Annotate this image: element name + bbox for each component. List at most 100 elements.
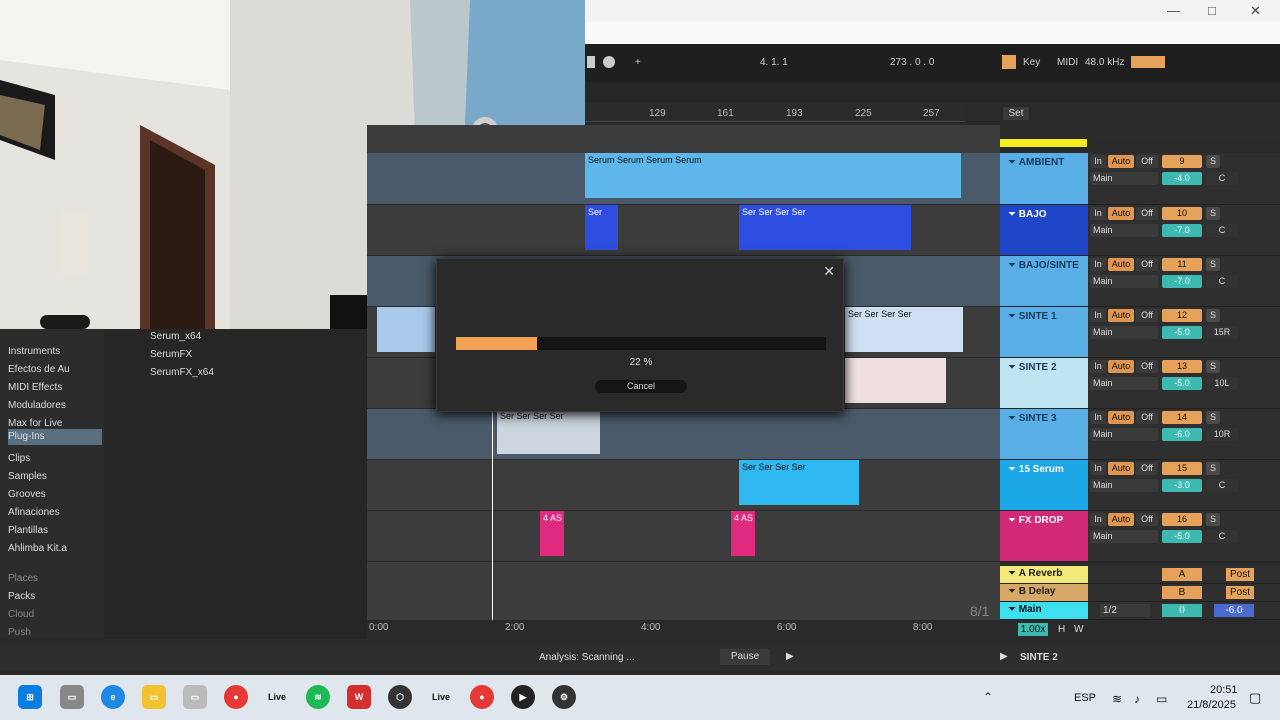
track-header-fx-drop[interactable]: FX DROP In Auto Off 16 S Main -5.0 C — [1000, 511, 1280, 562]
auto-button[interactable]: Auto — [1108, 309, 1134, 322]
task-view-icon[interactable]: ▭ — [60, 685, 84, 709]
clip[interactable]: Ser Ser Ser Ser — [845, 307, 963, 352]
set-button[interactable]: Set — [1003, 107, 1029, 120]
volume-field[interactable]: -7.0 — [1162, 224, 1202, 237]
solo-button[interactable]: S — [1206, 411, 1220, 424]
browser-category[interactable]: Afinaciones — [8, 507, 60, 518]
file-item[interactable]: SerumFX_x64 — [150, 367, 214, 378]
output-select[interactable]: Main — [1090, 377, 1158, 390]
chrome-icon[interactable]: ● — [224, 685, 248, 709]
playhead[interactable] — [492, 395, 493, 620]
pause-button[interactable]: Pause — [720, 649, 770, 665]
track-header-bajo[interactable]: BAJO In Auto Off 10 S Main -7.0 C — [1000, 205, 1280, 256]
pan-field[interactable]: C — [1206, 224, 1238, 237]
track-header-15-serum[interactable]: 15 Serum In Auto Off 15 S Main -3.0 C — [1000, 460, 1280, 511]
browser-category[interactable]: Plantillas — [8, 525, 48, 536]
record-icon[interactable] — [603, 56, 615, 68]
track-activator[interactable]: 14 — [1162, 411, 1202, 424]
track-activator[interactable]: 15 — [1162, 462, 1202, 475]
auto-button[interactable]: Auto — [1108, 360, 1134, 373]
output-select[interactable]: Main — [1090, 275, 1158, 288]
post-button[interactable]: Post — [1226, 568, 1254, 581]
wifi-icon[interactable]: ≋ — [1112, 692, 1122, 706]
clip[interactable] — [377, 307, 435, 352]
return-track-a[interactable]: A Reverb A Post — [1000, 566, 1280, 584]
main-output-select[interactable]: 1/2 — [1100, 604, 1150, 617]
auto-button[interactable]: Auto — [1108, 513, 1134, 526]
pan-field[interactable]: 10R — [1206, 428, 1238, 441]
clip[interactable] — [845, 358, 946, 403]
browser-category[interactable]: Clips — [8, 453, 30, 464]
pan-field[interactable]: C — [1206, 275, 1238, 288]
app2-icon[interactable]: ⚙ — [552, 685, 576, 709]
notification-icon[interactable]: ▢ — [1249, 690, 1261, 706]
in-button[interactable]: In — [1090, 360, 1106, 373]
in-button[interactable]: In — [1090, 309, 1106, 322]
auto-button[interactable]: Auto — [1108, 207, 1134, 220]
volume-field[interactable]: -3.0 — [1162, 479, 1202, 492]
solo-button[interactable]: S — [1206, 155, 1220, 168]
file-item[interactable]: SerumFX — [150, 349, 192, 360]
track-activator[interactable]: 10 — [1162, 207, 1202, 220]
solo-button[interactable]: S — [1206, 513, 1220, 526]
places-item[interactable]: Push — [8, 627, 31, 638]
app-icon[interactable]: ⬡ — [388, 685, 412, 709]
minimize-button[interactable]: — — [1167, 3, 1180, 18]
edge-icon[interactable]: e — [101, 685, 125, 709]
browser-category[interactable]: Moduladores — [8, 400, 66, 411]
maximize-button[interactable]: □ — [1208, 3, 1216, 18]
clip[interactable]: 4 AS — [731, 511, 755, 556]
language-indicator[interactable]: ESP — [1074, 692, 1096, 704]
clip[interactable]: Ser — [585, 205, 618, 250]
solo-button[interactable]: S — [1206, 360, 1220, 373]
post-button[interactable]: Post — [1226, 586, 1254, 599]
volume-icon[interactable]: ♪ — [1134, 692, 1140, 706]
solo-button[interactable]: S — [1206, 258, 1220, 271]
zoom-field[interactable]: 1.00x — [1018, 623, 1048, 636]
track-lane-ambient[interactable]: Serum Serum Serum Serum — [367, 153, 1000, 205]
pan-field[interactable]: 15R — [1206, 326, 1238, 339]
solo-button[interactable]: S — [1206, 207, 1220, 220]
beat-ruler[interactable]: 129 161 193 225 257 — [585, 104, 965, 122]
midi-button[interactable]: MIDI — [1057, 57, 1078, 68]
track-header-sinte1[interactable]: SINTE 1 In Auto Off 12 S Main -5.0 15R — [1000, 307, 1280, 358]
in-button[interactable]: In — [1090, 462, 1106, 475]
media-player-icon[interactable]: ▶ — [511, 685, 535, 709]
in-button[interactable]: In — [1090, 411, 1106, 424]
in-button[interactable]: In — [1090, 207, 1106, 220]
close-button[interactable]: ✕ — [1250, 3, 1261, 19]
browser-category[interactable]: Samples — [8, 471, 47, 482]
key-button[interactable]: Key — [1023, 57, 1040, 68]
wps-icon[interactable]: W — [347, 685, 371, 709]
places-item[interactable]: Cloud — [8, 609, 34, 620]
output-select[interactable]: Main — [1090, 172, 1158, 185]
track-lane-bajo[interactable]: Ser Ser Ser Ser Ser — [367, 205, 1000, 256]
browser-category[interactable]: Ahlimba Kit.a — [8, 543, 67, 554]
cancel-button[interactable]: Cancel — [595, 380, 687, 393]
solo-button[interactable]: S — [1206, 462, 1220, 475]
live-active-icon[interactable]: Live — [429, 685, 453, 709]
output-select[interactable]: Main — [1090, 326, 1158, 339]
browser-category[interactable]: Max for Live — [8, 418, 62, 429]
live-icon[interactable]: Live — [265, 685, 289, 709]
output-select[interactable]: Main — [1090, 479, 1158, 492]
battery-icon[interactable]: ▭ — [1156, 692, 1167, 706]
off-button[interactable]: Off — [1136, 155, 1158, 168]
folder-icon[interactable]: ▭ — [142, 685, 166, 709]
volume-field[interactable]: -5.0 — [1162, 326, 1202, 339]
return-activator[interactable]: A — [1162, 568, 1202, 581]
pan-field[interactable]: C — [1206, 479, 1238, 492]
spotify-icon[interactable]: ≋ — [306, 685, 330, 709]
position-display[interactable]: 4. 1. 1 — [760, 57, 830, 68]
in-button[interactable]: In — [1090, 155, 1106, 168]
in-button[interactable]: In — [1090, 513, 1106, 526]
track-activator[interactable]: 12 — [1162, 309, 1202, 322]
auto-button[interactable]: Auto — [1108, 462, 1134, 475]
places-item[interactable]: Packs — [8, 591, 35, 602]
play-icon[interactable]: ▶ — [786, 651, 794, 662]
browser-category[interactable]: Efectos de Au — [8, 364, 70, 375]
clock-time[interactable]: 20:51 — [1210, 684, 1238, 696]
tempo-display[interactable]: 273 . 0 . 0 — [890, 57, 970, 68]
track-header-bajo-sinte[interactable]: BAJO/SINTE In Auto Off 11 S Main -7.0 C — [1000, 256, 1280, 307]
track-header-sinte2[interactable]: SINTE 2 In Auto Off 13 S Main -5.0 10L — [1000, 358, 1280, 409]
